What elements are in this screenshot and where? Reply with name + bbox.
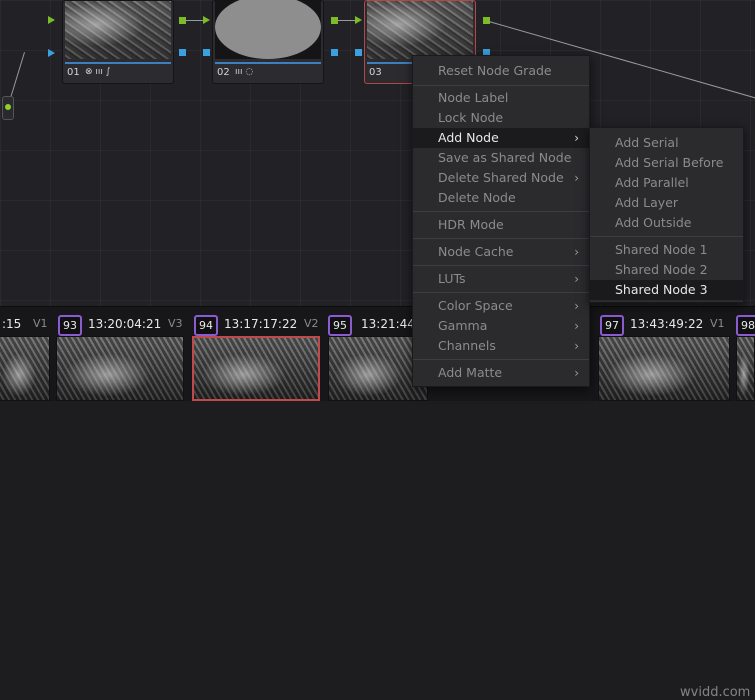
submenu-item-add-serial-before[interactable]: Add Serial Before <box>590 153 743 173</box>
node-02-key-output[interactable] <box>331 49 338 56</box>
menu-item-reset-node-grade[interactable]: Reset Node Grade <box>413 61 589 81</box>
clip-timecode: 13:20:04:21 <box>88 317 162 331</box>
node-02-key-input[interactable] <box>203 49 210 56</box>
menu-separator <box>413 238 589 239</box>
clip-number-badge: 98 <box>736 315 755 336</box>
node-label: 02 <box>217 67 230 78</box>
clip-timecode: :15 <box>2 317 22 331</box>
node-tool-icons: ⊗ ııı ∫ <box>85 67 111 77</box>
menu-item-delete-shared-node[interactable]: Delete Shared Node › <box>413 168 589 188</box>
chevron-right-icon: › <box>574 171 579 185</box>
node-progress-bar <box>215 62 321 64</box>
menu-item-node-label[interactable]: Node Label <box>413 88 589 108</box>
node-02-output[interactable] <box>331 17 338 24</box>
node-label: 01 <box>67 67 80 78</box>
clip-number-badge: 93 <box>58 315 82 336</box>
menu-separator <box>413 265 589 266</box>
chevron-right-icon: › <box>574 131 579 145</box>
node-progress-bar <box>65 62 171 64</box>
clip-number-badge: 97 <box>600 315 624 336</box>
menu-separator <box>413 292 589 293</box>
node-thumbnail <box>215 0 321 59</box>
node-context-menu: Reset Node Grade Node Label Lock Node Ad… <box>412 55 590 387</box>
node-02[interactable]: 02 ııı ◌ <box>212 0 324 84</box>
node-03-output[interactable] <box>483 17 490 24</box>
submenu-item-shared-node-2[interactable]: Shared Node 2 <box>590 260 743 280</box>
clip-track: V2 <box>304 317 319 330</box>
clip-thumbnail <box>0 336 50 401</box>
clip-timecode: 13:21:44: <box>361 317 419 331</box>
menu-item-gamma[interactable]: Gamma › <box>413 316 589 336</box>
submenu-item-add-outside[interactable]: Add Outside <box>590 213 743 233</box>
menu-separator <box>590 236 743 237</box>
matte-shape <box>215 0 321 59</box>
submenu-item-shared-node-3[interactable]: Shared Node 3 <box>590 280 743 300</box>
menu-item-node-cache[interactable]: Node Cache › <box>413 242 589 262</box>
clip-thumbnail <box>56 336 184 401</box>
clip-number-badge: 94 <box>194 315 218 336</box>
clip-item[interactable]: 94 13:17:17:22 V2 <box>192 307 322 401</box>
clip-thumbnail <box>598 336 730 401</box>
clips-timeline: :15 V1 93 13:20:04:21 V3 94 13:17:17:22 … <box>0 306 755 700</box>
source-input-node[interactable] <box>2 96 14 120</box>
menu-item-channels[interactable]: Channels › <box>413 336 589 356</box>
clip-timecode: 13:43:49:22 <box>630 317 704 331</box>
clip-item[interactable]: :15 V1 <box>0 307 52 401</box>
menu-item-lock-node[interactable]: Lock Node <box>413 108 589 128</box>
menu-item-color-space[interactable]: Color Space › <box>413 296 589 316</box>
chevron-right-icon: › <box>574 245 579 259</box>
menu-separator <box>413 211 589 212</box>
node-tool-icons: ııı ◌ <box>235 67 254 77</box>
clip-item[interactable]: 98 <box>736 307 755 401</box>
chevron-right-icon: › <box>574 366 579 380</box>
node-01[interactable]: 01 ⊗ ııı ∫ <box>62 0 174 84</box>
clip-thumbnail <box>192 336 320 401</box>
node-label: 03 <box>369 67 382 78</box>
node-thumbnail <box>65 1 171 59</box>
submenu-item-shared-node-1[interactable]: Shared Node 1 <box>590 240 743 260</box>
add-node-submenu: Add Serial Add Serial Before Add Paralle… <box>589 127 744 303</box>
node-02-input[interactable] <box>203 16 210 24</box>
node-01-output[interactable] <box>179 17 186 24</box>
clip-track: V1 <box>710 317 725 330</box>
node-03-input[interactable] <box>355 16 362 24</box>
input-port-alpha[interactable] <box>48 49 55 57</box>
clip-track: V3 <box>168 317 183 330</box>
chevron-right-icon: › <box>574 299 579 313</box>
menu-item-add-matte[interactable]: Add Matte › <box>413 363 589 383</box>
node-thumbnail <box>367 1 473 59</box>
menu-item-save-as-shared-node[interactable]: Save as Shared Node <box>413 148 589 168</box>
submenu-item-add-layer[interactable]: Add Layer <box>590 193 743 213</box>
chevron-right-icon: › <box>574 319 579 333</box>
clip-thumbnail <box>736 336 755 401</box>
input-dot-icon <box>5 104 11 110</box>
menu-item-hdr-mode[interactable]: HDR Mode <box>413 215 589 235</box>
menu-separator <box>413 85 589 86</box>
watermark: wvidd.com <box>680 685 751 700</box>
clip-timecode: 13:17:17:22 <box>224 317 298 331</box>
clip-item[interactable]: 97 13:43:49:22 V1 <box>598 307 734 401</box>
menu-item-delete-node[interactable]: Delete Node <box>413 188 589 208</box>
clip-item[interactable]: 93 13:20:04:21 V3 <box>56 307 186 401</box>
chevron-right-icon: › <box>574 272 579 286</box>
node-03-key-input[interactable] <box>355 49 362 56</box>
menu-separator <box>413 359 589 360</box>
chevron-right-icon: › <box>574 339 579 353</box>
clip-track: V1 <box>33 317 48 330</box>
submenu-item-add-serial[interactable]: Add Serial <box>590 133 743 153</box>
menu-item-luts[interactable]: LUTs › <box>413 269 589 289</box>
clip-number-badge: 95 <box>328 315 352 336</box>
submenu-item-add-parallel[interactable]: Add Parallel <box>590 173 743 193</box>
input-port[interactable] <box>48 16 55 24</box>
node-01-key-output[interactable] <box>179 49 186 56</box>
link-input-to-01 <box>10 52 25 99</box>
menu-item-add-node[interactable]: Add Node › <box>413 128 589 148</box>
